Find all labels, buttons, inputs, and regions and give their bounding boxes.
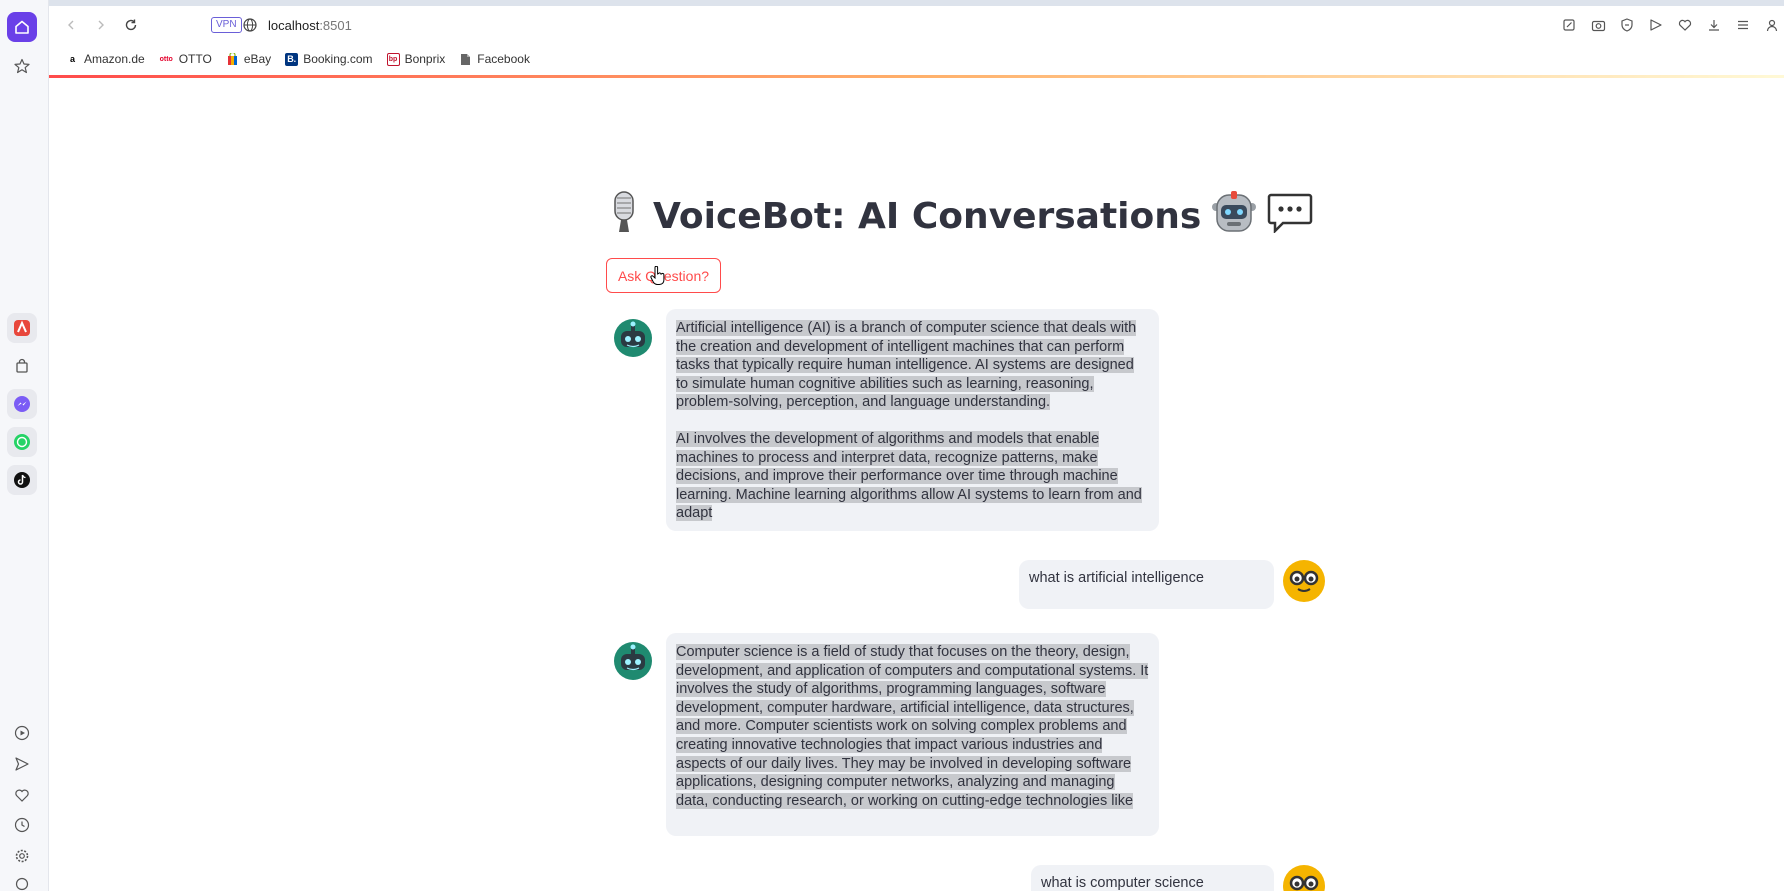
whatsapp-icon[interactable] (7, 427, 37, 457)
back-arrow-icon[interactable] (61, 15, 81, 35)
booking-icon: B. (285, 52, 299, 66)
assistant-message: Computer science is a field of study tha… (666, 633, 1159, 836)
bookmark-label: eBay (243, 52, 272, 66)
bookmark-bonprix[interactable]: bp Bonprix (386, 52, 446, 66)
bookmark-label: Booking.com (303, 52, 373, 66)
more-circle-icon[interactable] (7, 869, 37, 891)
bonprix-icon: bp (386, 52, 400, 66)
tiktok-icon[interactable] (7, 465, 37, 495)
settings-gear-icon[interactable] (7, 841, 37, 871)
send-icon[interactable] (7, 749, 37, 779)
bookmark-booking[interactable]: B. Booking.com (285, 52, 373, 66)
otto-icon: otto (159, 55, 173, 63)
star-icon[interactable] (7, 51, 37, 81)
bookmark-label: OTTO (178, 52, 212, 66)
easy-setup-menu-icon[interactable] (1733, 15, 1753, 35)
ask-question-button[interactable]: Ask Question? (606, 258, 721, 293)
url-port: :8501 (319, 18, 352, 33)
bookmark-label: Facebook (477, 52, 530, 66)
message-text: what is artificial intelligence (1029, 570, 1204, 586)
flow-send-icon[interactable] (1646, 15, 1666, 35)
bot-avatar (612, 640, 654, 682)
camera-snapshot-icon[interactable] (1588, 15, 1608, 35)
bookmarks-bar: a Amazon.de otto OTTO eBay B. Booking.com b… (49, 43, 1784, 75)
page-title-text: VoiceBot: AI Conversations (653, 195, 1202, 237)
vpn-badge[interactable]: VPN (211, 17, 242, 33)
my-flow-heart-icon[interactable] (1675, 15, 1695, 35)
assistant-message-paragraph: AI involves the development of algorithm… (676, 430, 1149, 523)
ebay-icon (226, 52, 239, 66)
browser-toolbar: VPN localhost:8501 (49, 6, 1784, 43)
amazon-icon: a (69, 54, 75, 64)
bookmark-otto[interactable]: otto OTTO (159, 52, 212, 66)
user-message: what is artificial intelligence (1019, 560, 1274, 609)
bookmark-label: Bonprix (404, 52, 446, 66)
aria-ai-icon[interactable] (7, 313, 37, 343)
opera-home-icon[interactable] (7, 12, 37, 42)
message-text: AI involves the development of algorithm… (676, 430, 1142, 522)
globe-icon (243, 18, 257, 37)
edit-note-icon[interactable] (1559, 15, 1579, 35)
messenger-icon[interactable] (7, 389, 37, 419)
assistant-message-paragraph: Artificial intelligence (AI) is a branch… (676, 319, 1149, 412)
heart-icon[interactable] (7, 780, 37, 810)
page-title: VoiceBot: AI Conversations (605, 190, 1313, 242)
toolbar-actions (1559, 15, 1784, 35)
speech-bubble-icon (1267, 191, 1313, 242)
message-text: Computer science is a field of study tha… (676, 644, 1149, 809)
robot-icon (1211, 189, 1257, 244)
streamlit-main: VoiceBot: AI Conversations Ask Question?… (49, 78, 1784, 891)
player-icon[interactable] (7, 718, 37, 748)
bookmark-ebay[interactable]: eBay (226, 52, 271, 66)
facebook-page-icon (459, 53, 472, 66)
bookmark-amazon[interactable]: a Amazon.de (66, 52, 145, 66)
message-text: Artificial intelligence (AI) is a branch… (676, 320, 1137, 411)
microphone-icon (605, 190, 643, 243)
bot-avatar (612, 317, 654, 359)
user-avatar (1283, 865, 1325, 891)
download-icon[interactable] (1704, 15, 1724, 35)
address-bar[interactable]: localhost:8501 (268, 18, 352, 33)
profile-icon[interactable] (1762, 15, 1782, 35)
reload-icon[interactable] (121, 15, 141, 35)
url-host: localhost (268, 18, 320, 33)
bookmark-label: Amazon.de (84, 52, 145, 66)
shopping-bag-icon[interactable] (7, 351, 37, 381)
history-clock-icon[interactable] (7, 810, 37, 840)
message-text: what is computer science (1041, 875, 1204, 891)
user-avatar (1283, 560, 1325, 602)
assistant-message-paragraph: Computer science is a field of study tha… (676, 643, 1149, 810)
assistant-message: Artificial intelligence (AI) is a branch… (666, 309, 1159, 531)
bookmark-facebook[interactable]: Facebook (459, 52, 530, 66)
forward-arrow-icon[interactable] (91, 15, 111, 35)
browser-sidebar (0, 0, 49, 891)
user-message: what is computer science (1031, 865, 1274, 891)
adblock-shield-icon[interactable] (1617, 15, 1637, 35)
